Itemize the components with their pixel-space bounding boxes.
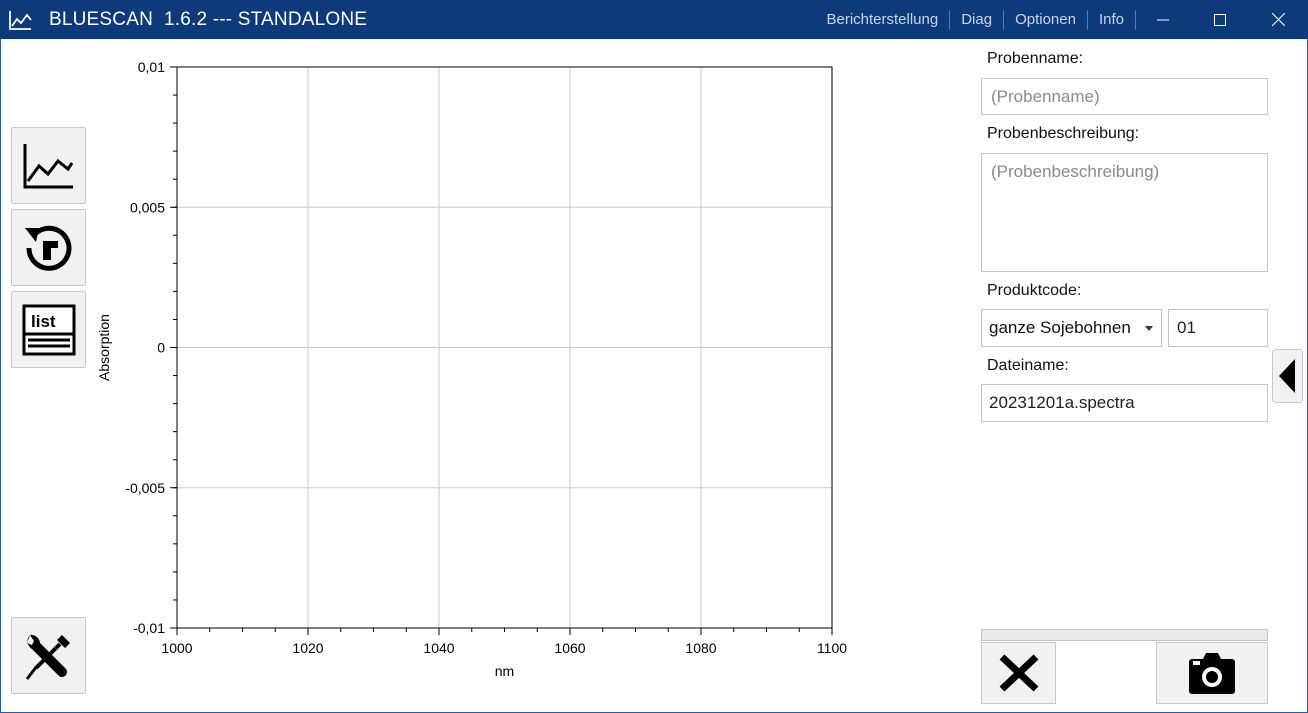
sample-name-label: Probenname: <box>987 50 1084 67</box>
x-tick-label: 1000 <box>161 640 192 656</box>
chart-tick-labels: 1000 1020 1040 1060 1080 1100 0,01 0,005 0 -0,005… <box>125 59 847 656</box>
y-axis-label: Absorption <box>96 314 112 381</box>
window-title: BLUESCAN 1.6.2 --- STANDALONE <box>49 9 368 30</box>
close-button[interactable] <box>1249 0 1307 39</box>
maximize-icon <box>1214 13 1226 26</box>
y-tick-label: 0,01 <box>138 59 165 75</box>
list-button[interactable]: list <box>11 291 86 368</box>
spectrum-chart[interactable]: 1000 1020 1040 1060 1080 1100 0,01 0,005 0 -0,005… <box>95 50 865 690</box>
collapse-panel-icon <box>1278 359 1295 393</box>
x-tick-label: 1080 <box>685 640 716 656</box>
minimize-button[interactable] <box>1134 0 1192 39</box>
app-chart-icon <box>9 11 32 30</box>
chart-grid <box>176 66 833 629</box>
maximize-button[interactable] <box>1191 0 1249 39</box>
reset-button[interactable] <box>11 209 86 286</box>
sample-description-label: Probenbeschreibung: <box>987 125 1140 142</box>
menu-item-optionen[interactable]: Optionen <box>1004 11 1087 28</box>
sample-name-input[interactable] <box>981 78 1268 115</box>
x-tick-label: 1060 <box>554 640 585 656</box>
capture-button[interactable] <box>1156 642 1268 704</box>
product-code-label: Produktcode: <box>987 282 1082 299</box>
filename-input[interactable] <box>981 384 1268 422</box>
tools-icon <box>25 634 70 680</box>
measurement-progress <box>981 629 1268 641</box>
filename-label: Dateiname: <box>987 357 1069 374</box>
x-tick-label: 1040 <box>423 640 454 656</box>
product-code-input[interactable] <box>1168 309 1268 347</box>
camera-icon <box>1189 653 1235 694</box>
reset-icon <box>24 225 71 271</box>
tools-button[interactable] <box>11 617 86 694</box>
list-icon: list <box>22 304 75 355</box>
menu-item-diag[interactable]: Diag <box>950 11 1003 28</box>
sample-description-input[interactable] <box>981 153 1268 272</box>
x-tick-label: 1100 <box>817 640 847 656</box>
y-tick-label: 0 <box>157 340 165 356</box>
collapse-panel-button[interactable] <box>1272 349 1303 403</box>
chart-icon <box>23 143 73 188</box>
y-tick-label: 0,005 <box>130 199 165 215</box>
menu-item-info[interactable]: Info <box>1088 11 1135 28</box>
product-select[interactable]: ganze Sojebohnen <box>981 309 1162 347</box>
x-tick-label: 1020 <box>292 640 323 656</box>
cancel-icon <box>999 654 1038 692</box>
x-axis-label: nm <box>495 663 514 679</box>
chart-ticks <box>170 66 833 635</box>
menu-item-berichterstellung[interactable]: Berichterstellung <box>815 11 949 28</box>
close-icon <box>1271 13 1285 26</box>
cancel-button[interactable] <box>981 642 1056 704</box>
title-bar: BLUESCAN 1.6.2 --- STANDALONE Berichters… <box>0 0 1308 39</box>
chevron-down-icon <box>1145 326 1153 331</box>
y-tick-label: -0,01 <box>133 620 165 636</box>
show-chart-button[interactable] <box>11 127 86 204</box>
list-icon-text: list <box>31 312 56 331</box>
minimize-icon <box>1157 19 1169 20</box>
y-tick-label: -0,005 <box>125 480 165 496</box>
product-select-value: ganze Sojebohnen <box>989 318 1131 337</box>
menu-bar: Berichterstellung Diag Optionen Info <box>815 0 1136 39</box>
